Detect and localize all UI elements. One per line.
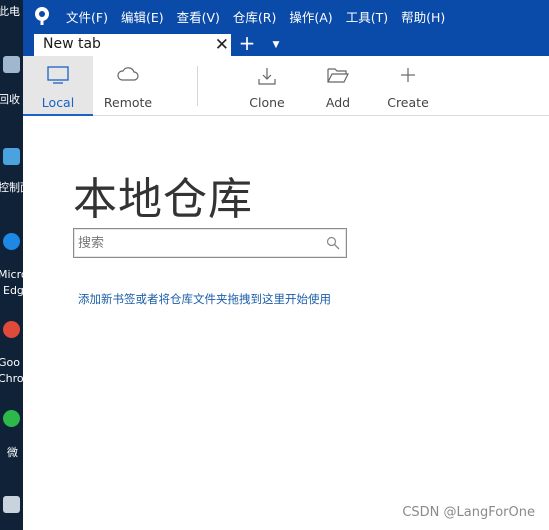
remote-label: Remote [103, 95, 153, 110]
close-tab-icon[interactable]: ✕ [215, 34, 229, 56]
clone-button[interactable]: Clone [237, 56, 297, 116]
tab-bar: New tab ✕ + ▼ [23, 32, 549, 56]
tab-new-tab[interactable]: New tab ✕ [34, 34, 231, 56]
desktop-item-label: 微 [7, 446, 18, 459]
remote-button[interactable]: Remote [93, 56, 163, 116]
search-box[interactable] [73, 228, 347, 258]
clone-label: Clone [249, 95, 285, 110]
menu: 文件(F) 编辑(E) 查看(V) 仓库(R) 操作(A) 工具(T) 帮助(H… [66, 0, 458, 32]
add-label: Add [325, 95, 351, 110]
menu-view[interactable]: 查看(V) [177, 7, 220, 26]
recycle-bin-icon [3, 56, 20, 73]
folder-open-icon [327, 68, 349, 83]
search-icon[interactable] [326, 236, 340, 250]
app-icon [3, 496, 20, 513]
menu-bar: 文件(F) 编辑(E) 查看(V) 仓库(R) 操作(A) 工具(T) 帮助(H… [23, 0, 549, 32]
plus-icon [401, 68, 415, 82]
wechat-icon [3, 410, 20, 427]
cloud-icon [117, 67, 139, 81]
local-repositories-panel: 本地仓库 添加新书签或者将仓库文件夹拖拽到这里开始使用 [23, 117, 549, 530]
local-label: Local [41, 95, 75, 110]
create-button[interactable]: Create [378, 56, 438, 116]
monitor-icon [47, 66, 69, 84]
menu-repository[interactable]: 仓库(R) [233, 7, 276, 26]
desktop-item-label: 回收 [0, 93, 20, 106]
tab-title: New tab [43, 36, 101, 52]
sourcetree-window: 文件(F) 编辑(E) 查看(V) 仓库(R) 操作(A) 工具(T) 帮助(H… [23, 0, 549, 530]
control-panel-icon [3, 148, 20, 165]
menu-help[interactable]: 帮助(H) [401, 7, 445, 26]
tab-list-dropdown-icon[interactable]: ▼ [269, 32, 283, 56]
desktop-item-label-2: Chro [0, 372, 23, 385]
menu-edit[interactable]: 编辑(E) [121, 7, 164, 26]
page-title: 本地仓库 [73, 174, 253, 225]
search-input[interactable] [78, 234, 318, 252]
add-button[interactable]: Add [308, 56, 368, 116]
menu-actions[interactable]: 操作(A) [289, 7, 332, 26]
add-tab-icon[interactable]: + [236, 32, 258, 56]
desktop-strip: 此电 回收 控制面 Micro Edg Goo Chro 微 [0, 0, 23, 530]
desktop-item-label: Micro [0, 268, 23, 281]
watermark: CSDN @LangForOne [402, 505, 535, 520]
create-label: Create [387, 95, 429, 110]
download-icon [258, 68, 276, 85]
sourcetree-logo-icon [35, 7, 49, 25]
desktop-item-label-2: Edg [3, 284, 23, 297]
local-button[interactable]: Local [23, 56, 93, 116]
menu-file[interactable]: 文件(F) [66, 7, 108, 26]
menu-tools[interactable]: 工具(T) [346, 7, 388, 26]
desktop-item-label: 此电 [0, 5, 20, 18]
toolbar-separator [197, 66, 198, 106]
toolbar: Local Remote Clone Add Create [23, 56, 549, 116]
desktop-item-label: Goo [0, 356, 20, 369]
edge-icon [3, 233, 20, 250]
add-bookmark-hint-link[interactable]: 添加新书签或者将仓库文件夹拖拽到这里开始使用 [78, 291, 331, 307]
chrome-icon [3, 321, 20, 338]
desktop-item-label: 控制面 [0, 181, 23, 194]
